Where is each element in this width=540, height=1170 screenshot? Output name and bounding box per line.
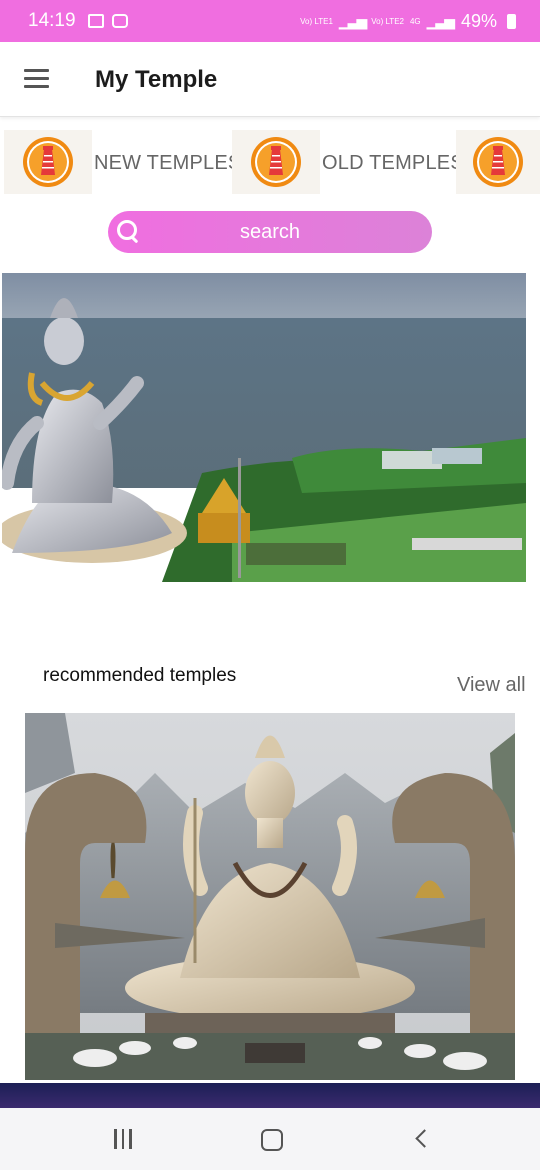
search-placeholder: search [239,220,301,243]
banner-image [2,273,526,582]
temple-logo-tile-1[interactable] [4,130,92,194]
sim1-label: Vo) LTE1 [300,16,333,26]
category-row: NEW TEMPLES OLD TEMPLES [0,130,540,196]
status-time: 14:19 [28,10,76,31]
battery-icon [507,13,516,29]
temple-gopuram-icon [23,137,73,187]
network-type: 4G [409,16,421,26]
recommended-title: recommended temples [43,665,237,686]
view-all-link[interactable]: View all [457,674,526,697]
old-temples-label[interactable]: OLD TEMPLES [322,152,464,175]
app-bar: My Temple [0,42,540,117]
next-temple-card-peek[interactable] [0,1083,540,1108]
featured-temple-banner[interactable] [2,273,526,582]
back-icon[interactable] [410,1126,440,1152]
hamburger-menu-icon[interactable] [24,69,49,89]
home-icon[interactable] [257,1126,287,1152]
signal-strength-icon-2: ▁▃▅ [426,12,455,29]
system-nav-bar [0,1108,540,1170]
search-icon[interactable] [114,218,142,246]
status-indicators: Vo) LTE1 ▁▃▅ Vo) LTE2 4G ▁▃▅ 49% [300,11,516,32]
page-title: My Temple [95,66,218,93]
gallery-notification-icon [87,14,104,28]
temple-logo-tile-3[interactable] [456,130,540,194]
battery-percent: 49% [460,10,497,31]
search-bar[interactable]: search [108,211,432,253]
new-temples-label[interactable]: NEW TEMPLES [94,152,241,175]
status-bar: 14:19 Vo) LTE1 ▁▃▅ Vo) LTE2 4G ▁▃▅ 49% [0,0,540,42]
temple-logo-tile-2[interactable] [232,130,320,194]
recommended-temple-card[interactable] [25,713,515,1080]
wifi-calling-icon [111,14,128,28]
recommended-temple-image [25,713,515,1080]
temple-gopuram-icon [473,137,523,187]
notification-icons [87,14,128,28]
sim2-label: Vo) LTE2 [371,16,404,26]
temple-gopuram-icon [251,137,301,187]
signal-strength-icon: ▁▃▅ [338,12,367,29]
recents-icon[interactable] [108,1126,138,1152]
